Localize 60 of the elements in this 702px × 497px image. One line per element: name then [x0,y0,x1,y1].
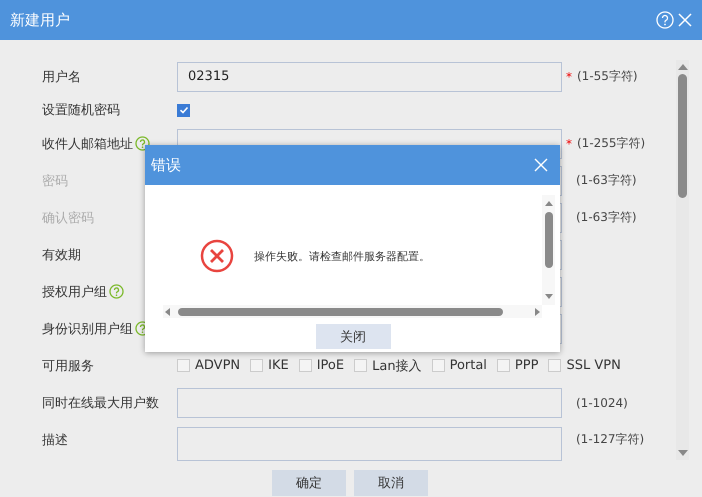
checkbox[interactable] [298,359,312,372]
checkbox[interactable] [548,359,562,372]
required-mark: * [566,136,572,150]
hint-text: (1-63字符) [576,172,637,189]
option-label: Lan接入 [372,358,422,374]
scroll-right-icon[interactable] [535,308,540,316]
scroll-thumb[interactable] [178,308,503,316]
checkbox[interactable] [354,359,368,372]
field-label: 身份识别用户组 [42,320,133,338]
scrollbar[interactable] [542,195,555,305]
window-title: 新建用户 [10,10,70,30]
checkbox[interactable] [177,104,190,116]
input-field[interactable] [177,388,562,418]
required-mark: * [566,70,572,84]
field-label: 授权用户组 [42,284,107,300]
scrollbar[interactable] [163,305,542,318]
error-message: 操作失败。请检查邮件服务器配置。 [254,248,430,264]
option-label: ADVPN [195,358,240,373]
scroll-up-icon[interactable] [678,64,688,70]
field-label: 收件人邮箱地址 [42,136,133,152]
close-icon[interactable] [534,158,548,172]
action-button[interactable]: 取消 [354,470,428,496]
scroll-up-icon[interactable] [544,201,552,206]
scrollbar[interactable] [676,60,689,460]
field-label: 可用服务 [42,358,94,374]
option-label: SSL VPN [566,358,621,373]
field-label: 同时在线最大用户数 [42,394,159,412]
field-label: 有效期 [42,246,81,264]
hint-text: (1-1024) [576,396,628,410]
scroll-thumb[interactable] [544,212,552,268]
input-field[interactable]: 02315 [177,62,562,92]
scroll-down-icon[interactable] [678,450,688,456]
field-label: 用户名 [42,68,81,86]
checkbox[interactable] [250,359,264,372]
close-button[interactable]: 关闭 [316,324,390,349]
hint-text: (1-255字符) [577,135,646,152]
scroll-thumb[interactable] [678,74,687,198]
checkbox[interactable] [177,359,190,372]
scroll-left-icon[interactable] [165,308,170,316]
hint-text: (1-63字符) [576,209,637,226]
field-label: 确认密码 [42,210,94,226]
error-icon [200,239,234,273]
option-label: PPP [514,358,538,373]
help-icon[interactable] [109,284,124,299]
action-button[interactable]: 确定 [272,470,346,496]
field-label: 描述 [42,432,68,448]
scroll-down-icon[interactable] [544,294,552,299]
dialog-title: 错误 [151,156,181,174]
option-label: Portal [450,358,487,373]
checkbox[interactable] [432,359,445,372]
field-label: 密码 [42,172,68,190]
option-label: IKE [268,358,289,373]
hint-text: (1-127字符) [576,431,644,448]
close-icon[interactable] [678,13,692,27]
checkbox[interactable] [496,359,510,372]
option-label: IPoE [316,358,344,373]
field-label: 设置随机密码 [42,102,120,119]
help-icon[interactable] [135,136,150,151]
hint-text: (1-55字符) [577,68,638,85]
text-area[interactable] [177,427,562,461]
